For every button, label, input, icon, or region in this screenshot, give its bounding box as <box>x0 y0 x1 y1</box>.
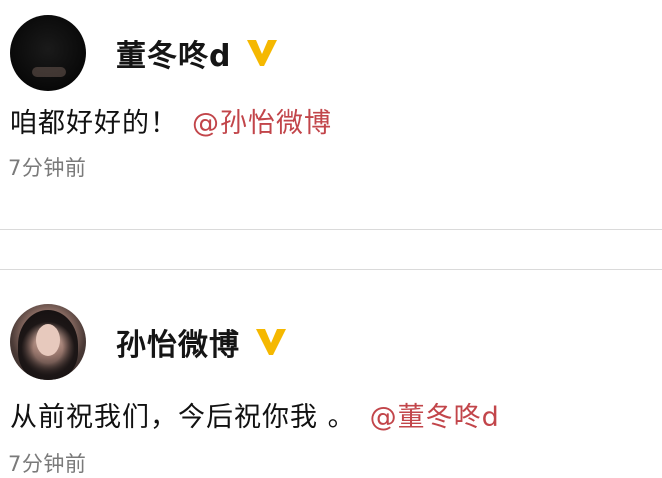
avatar[interactable] <box>10 304 86 380</box>
post-content: 从前祝我们，今后祝你我 。 @董冬咚d <box>10 395 500 434</box>
verified-badge-icon <box>256 329 286 355</box>
post-header: 孙怡微博 <box>10 304 288 380</box>
post-content: 咱都好好的！ @孙怡微博 <box>10 101 332 140</box>
separator-gap <box>0 230 662 269</box>
avatar-detail <box>36 324 60 356</box>
mention-link[interactable]: @孙怡微博 <box>192 108 332 139</box>
verified-badge-icon <box>247 40 278 66</box>
post-item: 孙怡微博 从前祝我们，今后祝你我 。 @董冬咚d 7分钟前 <box>0 270 662 476</box>
post-text: 咱都好好的！ <box>10 108 178 139</box>
post-text: 从前祝我们，今后祝你我 。 <box>10 402 356 433</box>
author-name[interactable]: 孙怡微博 <box>116 320 240 364</box>
post-time: 7分钟前 <box>8 452 87 476</box>
mention-link[interactable]: @董冬咚d <box>370 402 500 433</box>
avatar-detail <box>32 67 66 77</box>
author-name[interactable]: 董冬咚d <box>116 31 231 75</box>
post-header: 董冬咚d <box>10 15 279 91</box>
post-item: 董冬咚d 咱都好好的！ @孙怡微博 7分钟前 <box>0 0 662 230</box>
avatar[interactable] <box>10 15 86 91</box>
post-time: 7分钟前 <box>8 156 87 180</box>
